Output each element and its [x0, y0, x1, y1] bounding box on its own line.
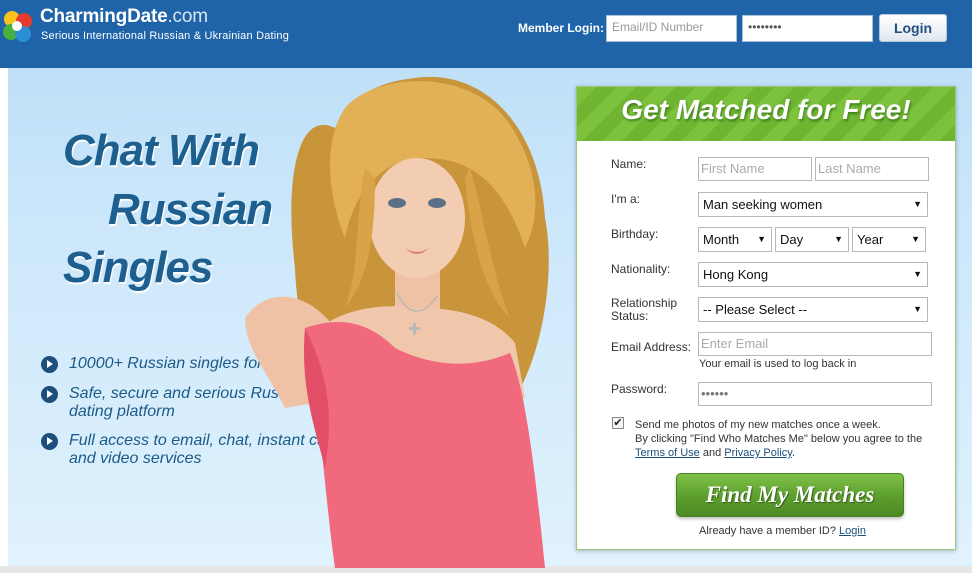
nationality-label: Nationality: [611, 262, 671, 276]
terms-link[interactable]: Terms of Use [635, 447, 700, 459]
password-input[interactable]: •••••• [698, 382, 932, 406]
password-label: Password: [611, 382, 668, 396]
member-login-label: Member Login: [518, 21, 604, 35]
email-label: Email Address: [611, 340, 692, 354]
dropdown-arrow-icon: ▼ [913, 304, 922, 314]
birth-month-select[interactable]: Month ▼ [698, 227, 772, 252]
header-email-input[interactable]: Email/ID Number [606, 15, 737, 42]
site-header: CharmingDate.com Serious International R… [0, 0, 972, 68]
model-photo [245, 76, 549, 568]
brand-tagline: Serious International Russian & Ukrainia… [41, 30, 290, 42]
dropdown-arrow-icon: ▼ [913, 269, 922, 279]
charmingdate-logo-icon[interactable] [0, 5, 36, 49]
nationality-select[interactable]: Hong Kong ▼ [698, 262, 928, 287]
consent-text: Send me photos of my new matches once a … [635, 419, 923, 459]
email-input[interactable]: Enter Email [698, 332, 932, 356]
already-member: Already have a member ID? Login [699, 525, 866, 537]
checkmark-icon: ✔ [613, 417, 623, 429]
dropdown-arrow-icon: ▼ [757, 234, 766, 244]
relationship-label: Relationship Status: [611, 296, 678, 323]
brand-name[interactable]: CharmingDate.com [40, 6, 208, 28]
year-value: Year [857, 232, 884, 247]
headline-line-3: Singles [63, 243, 213, 292]
privacy-link[interactable]: Privacy Policy [724, 447, 792, 459]
play-bullet-icon [41, 356, 58, 373]
dropdown-arrow-icon: ▼ [913, 199, 922, 209]
registration-form: Get Matched for Free! Name: First Name L… [576, 86, 956, 550]
dropdown-arrow-icon: ▼ [911, 234, 920, 244]
newsletter-checkbox[interactable]: ✔ [612, 417, 624, 429]
play-bullet-icon [41, 433, 58, 450]
play-bullet-icon [41, 386, 58, 403]
birthday-label: Birthday: [611, 227, 659, 241]
login-button[interactable]: Login [879, 14, 947, 42]
find-matches-button[interactable]: Find My Matches [676, 473, 904, 517]
iam-select[interactable]: Man seeking women ▼ [698, 192, 928, 217]
nationality-value: Hong Kong [703, 267, 769, 282]
header-password-input[interactable]: •••••••• [742, 15, 873, 42]
dropdown-arrow-icon: ▼ [834, 234, 843, 244]
month-value: Month [703, 232, 740, 247]
form-title: Get Matched for Free! [621, 94, 911, 125]
birth-year-select[interactable]: Year ▼ [852, 227, 926, 252]
relationship-select[interactable]: -- Please Select -- ▼ [698, 297, 928, 322]
form-login-link[interactable]: Login [839, 525, 866, 537]
relationship-value: -- Please Select -- [703, 302, 808, 317]
day-value: Day [780, 232, 804, 247]
last-name-input[interactable]: Last Name [815, 157, 929, 181]
name-label: Name: [611, 157, 647, 171]
iam-label: I'm a: [611, 192, 640, 206]
birth-day-select[interactable]: Day ▼ [775, 227, 849, 252]
iam-select-value: Man seeking women [703, 197, 823, 212]
form-header: Get Matched for Free! [577, 87, 955, 141]
first-name-input[interactable]: First Name [698, 157, 812, 181]
email-hint: Your email is used to log back in [699, 358, 857, 370]
